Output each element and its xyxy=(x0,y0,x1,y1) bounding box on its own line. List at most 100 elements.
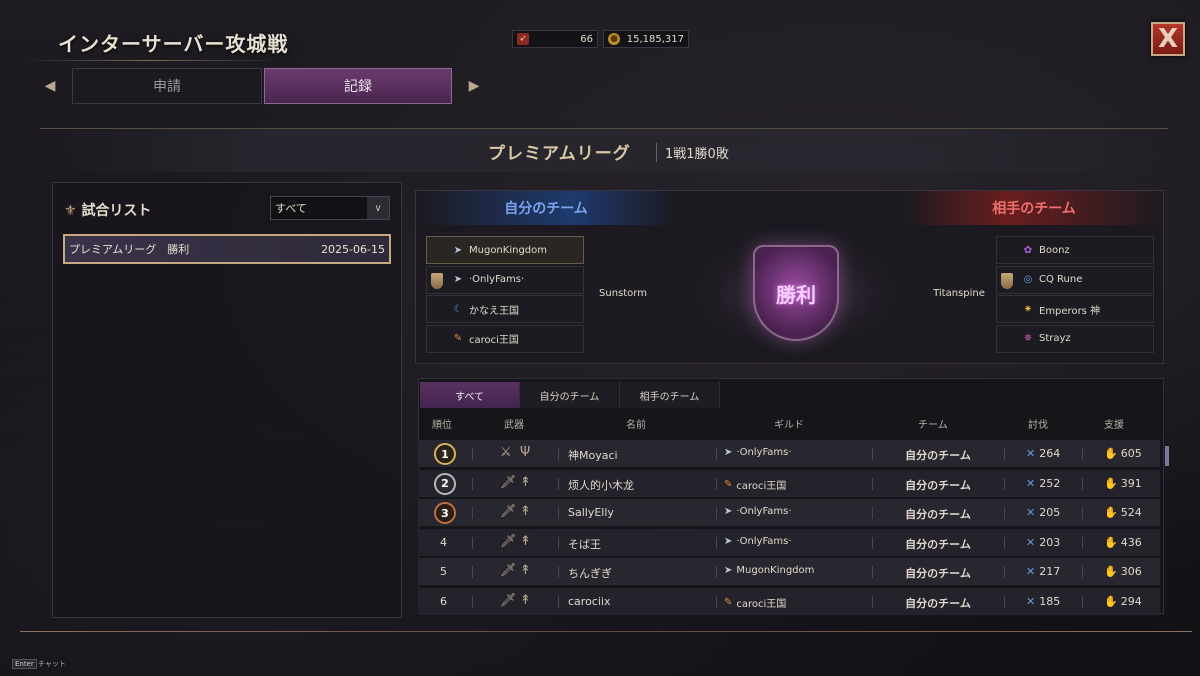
table-row[interactable]: 5 🗡 ↟ ちんぎぎ ➤ MugonKingdom 自分のチーム ✕ 217 ✋… xyxy=(418,558,1160,587)
table-row[interactable]: 6 🗡 ↟ carociix ✎ caroci王国 自分のチーム ✕ 185 ✋… xyxy=(418,588,1160,616)
player-guild: ✎ caroci王国 xyxy=(724,477,786,492)
support-hand-icon: ✋ xyxy=(1104,565,1118,579)
shark-icon: ➤ xyxy=(724,535,733,547)
tab-prev-arrow-icon[interactable]: ◀ xyxy=(30,66,70,106)
page-title: インターサーバー攻城戦 xyxy=(58,32,289,56)
col-separator xyxy=(716,448,717,460)
player-team: 自分のチーム xyxy=(905,537,971,551)
player-name: そば王 xyxy=(568,537,601,551)
col-separator xyxy=(1082,566,1083,579)
player-team: 自分のチーム xyxy=(905,597,971,610)
col-separator xyxy=(716,566,717,579)
star-icon: ✷ xyxy=(1023,303,1033,315)
shark-icon: ➤ xyxy=(724,447,733,458)
player-kills: ✕ 205 xyxy=(1026,506,1060,519)
sword-icon: 🗡 xyxy=(500,593,517,608)
col-separator xyxy=(472,448,473,460)
tab-next-arrow-icon[interactable]: ▶ xyxy=(454,66,494,106)
player-team: 自分のチーム xyxy=(905,508,971,522)
col-support: 支援 xyxy=(1104,420,1124,431)
close-icon: X xyxy=(1157,24,1179,54)
bow-icon: ↟ xyxy=(520,593,531,608)
rank-value: 5 xyxy=(440,565,447,579)
table-row[interactable]: 3 🗡 ↟ SallyElly ➤ ·OnlyFams· 自分のチーム ✕ 20… xyxy=(418,499,1160,528)
col-separator xyxy=(872,596,873,608)
enemy-team-header: 相手のチーム xyxy=(904,191,1164,225)
my-guild-name: かなえ王国 xyxy=(469,305,519,317)
col-separator xyxy=(716,507,717,520)
col-separator xyxy=(472,477,473,490)
kill-count: 185 xyxy=(1039,595,1061,608)
carrot-icon: ✎ xyxy=(453,333,463,344)
col-separator xyxy=(1004,507,1005,520)
shark-icon: ➤ xyxy=(724,565,733,577)
col-separator xyxy=(558,477,559,490)
kill-count: 252 xyxy=(1039,476,1061,490)
table-row[interactable]: 1 ⚔ Ψ 神Moyaci ➤ ·OnlyFams· 自分のチーム ✕ 264 … xyxy=(418,440,1160,468)
player-guild-name: ·OnlyFams· xyxy=(736,506,792,518)
stats-tab-my-team[interactable]: 自分のチーム xyxy=(520,382,620,408)
col-separator xyxy=(1004,566,1005,579)
carrot-icon: ✎ xyxy=(724,597,733,608)
player-name: 烦人的小木龙 xyxy=(568,478,634,492)
title-divider xyxy=(20,60,280,61)
player-kills: ✕ 264 xyxy=(1026,447,1060,460)
shark-icon: ➤ xyxy=(453,244,463,256)
result-label: 勝利 xyxy=(776,282,816,307)
enemy-guild-name: CQ Rune xyxy=(1039,274,1083,285)
match-filter-dropdown[interactable]: すべて ∨ xyxy=(270,196,390,220)
player-team: 自分のチーム xyxy=(905,449,971,462)
stats-tab-enemy-team[interactable]: 相手のチーム xyxy=(620,382,720,408)
col-separator xyxy=(558,536,559,549)
close-button[interactable]: X xyxy=(1151,22,1185,56)
col-separator xyxy=(716,477,717,490)
kill-count: 217 xyxy=(1039,565,1061,579)
col-separator xyxy=(1082,536,1083,549)
col-separator xyxy=(1082,507,1083,520)
col-separator xyxy=(872,566,873,579)
rank-value: 4 xyxy=(440,535,447,549)
moon-icon: ☾ xyxy=(453,303,463,315)
support-hand-icon: ✋ xyxy=(1104,535,1118,549)
tab-record[interactable]: 記録 xyxy=(264,68,452,104)
enemy-guild-item: ✷ Emperors 神 xyxy=(996,295,1154,323)
chat-label[interactable]: チャット xyxy=(38,659,66,669)
player-support: ✋ 524 xyxy=(1104,506,1142,519)
table-row[interactable]: 2 🗡 ↟ 烦人的小木龙 ✎ caroci王国 自分のチーム ✕ 252 ✋ 3… xyxy=(418,469,1160,498)
col-separator xyxy=(558,448,559,460)
main-tabbar: ◀ 申請 記録 ▶ xyxy=(30,66,494,106)
support-hand-icon: ✋ xyxy=(1104,476,1118,490)
shark-icon: ➤ xyxy=(724,506,733,518)
player-guild: ➤ ·OnlyFams· xyxy=(724,536,792,547)
col-separator xyxy=(716,536,717,549)
stats-table-header: 順位 武器 名前 ギルド チーム 討伐 支援 xyxy=(418,412,1162,434)
player-guild-name: ·OnlyFams· xyxy=(736,535,792,547)
table-row[interactable]: 4 🗡 ↟ そば王 ➤ ·OnlyFams· 自分のチーム ✕ 203 ✋ 43… xyxy=(418,528,1160,557)
match-list-item[interactable]: プレミアムリーグ 勝利 2025-06-15 xyxy=(63,234,391,264)
enemy-guild-name: Strayz xyxy=(1039,333,1071,344)
crossed-swords-icon: ⚔ xyxy=(500,445,512,460)
enemy-guild-item: ✵ Strayz xyxy=(996,324,1154,353)
stats-tab-all[interactable]: すべて xyxy=(420,382,520,408)
player-guild: ➤ ·OnlyFams· xyxy=(724,447,792,458)
my-guild-name: ·OnlyFams· xyxy=(469,274,525,285)
league-record: 1戦1勝0敗 xyxy=(656,143,729,162)
support-count: 436 xyxy=(1120,535,1142,549)
col-separator xyxy=(1082,477,1083,490)
player-guild-name: caroci王国 xyxy=(736,480,787,492)
col-separator xyxy=(1004,448,1005,460)
kill-swords-icon: ✕ xyxy=(1026,535,1036,549)
enemy-guild-name: Emperors 神 xyxy=(1039,305,1101,317)
stats-scrollbar[interactable] xyxy=(1165,446,1169,466)
col-separator xyxy=(558,507,559,520)
bow-icon: ↟ xyxy=(520,504,531,520)
support-count: 524 xyxy=(1120,506,1142,520)
currency-ticket: ➶ 66 xyxy=(512,30,598,48)
enter-key-hint: Enter xyxy=(12,659,37,669)
tab-apply[interactable]: 申請 xyxy=(72,68,262,104)
sword-icon: 🗡 xyxy=(500,504,517,520)
bow-icon: ↟ xyxy=(520,533,531,549)
sword-icon: 🗡 xyxy=(500,533,517,549)
shark-icon: ➤ xyxy=(453,274,463,285)
kill-swords-icon: ✕ xyxy=(1026,595,1036,608)
